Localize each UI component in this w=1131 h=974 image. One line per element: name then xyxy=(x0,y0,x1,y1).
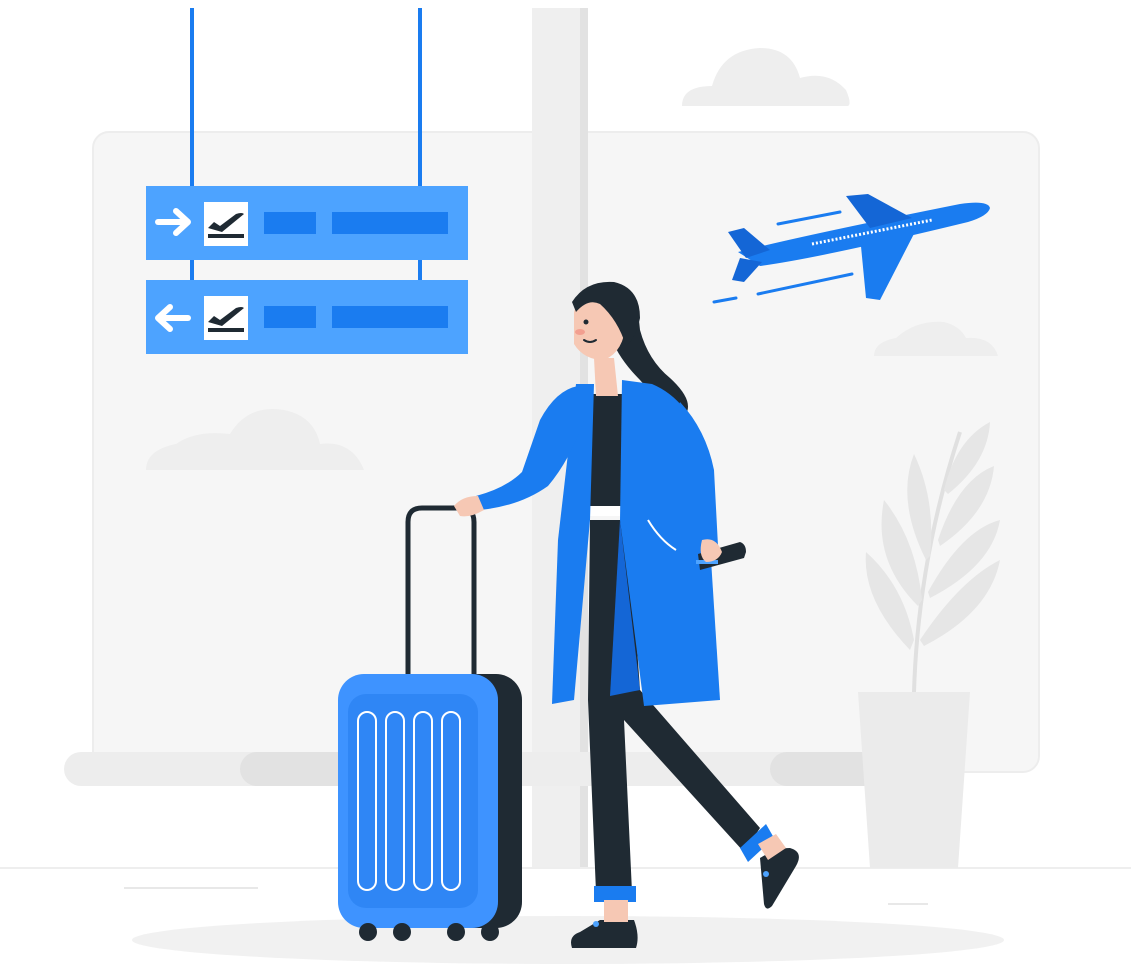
departure-sign-right xyxy=(146,186,468,260)
cloud-icon xyxy=(682,48,850,106)
illustration-canvas xyxy=(0,8,1131,964)
plant-pot xyxy=(858,692,970,868)
departure-sign-left xyxy=(146,280,468,354)
ground-shadow xyxy=(132,916,1004,964)
airport-travel-illustration xyxy=(0,0,1131,974)
